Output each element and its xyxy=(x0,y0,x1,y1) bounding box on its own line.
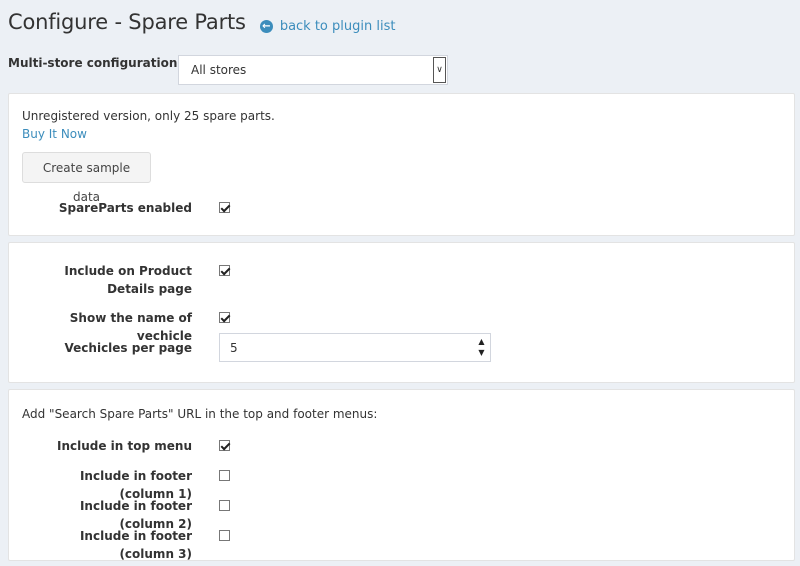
vehicles-per-page-input[interactable]: 5 ▲ ▼ xyxy=(219,333,491,362)
vehicles-per-page-value: 5 xyxy=(230,341,238,355)
include-footer-col2-checkbox[interactable] xyxy=(219,500,230,511)
display-panel: Include on Product Details page Show the… xyxy=(8,242,795,383)
include-top-menu-checkbox[interactable] xyxy=(219,440,230,451)
page-header: Configure - Spare Parts ← back to plugin… xyxy=(8,10,395,34)
chevron-down-icon[interactable]: ∨ xyxy=(433,57,446,83)
spareparts-enabled-label: SpareParts enabled xyxy=(58,201,192,215)
multistore-select[interactable]: All stores ∨ xyxy=(178,55,448,85)
menu-option-label: Include in top menu xyxy=(57,439,192,453)
spareparts-enabled-checkbox[interactable] xyxy=(219,202,230,213)
general-panel: Unregistered version, only 25 spare part… xyxy=(8,93,795,236)
create-sample-data-button[interactable]: Create sample data xyxy=(22,152,151,204)
buy-it-now-link[interactable]: Buy It Now xyxy=(22,127,87,141)
spin-up-icon[interactable]: ▲ xyxy=(478,337,484,346)
menus-note: Add "Search Spare Parts" URL in the top … xyxy=(22,407,378,421)
include-footer-col1-checkbox[interactable] xyxy=(219,470,230,481)
multistore-label: Multi-store configuration for xyxy=(8,56,201,70)
arrow-left-circle-icon: ← xyxy=(259,20,273,33)
multistore-row: Multi-store configuration for All stores… xyxy=(8,55,448,85)
vehicles-per-page-label: Vechicles per page xyxy=(64,341,192,355)
include-product-details-label: Include on Product Details page xyxy=(64,264,192,296)
back-to-plugin-list-link[interactable]: ← back to plugin list xyxy=(259,19,396,34)
include-footer-col3-checkbox[interactable] xyxy=(219,530,230,541)
menus-panel: Add "Search Spare Parts" URL in the top … xyxy=(8,389,795,561)
multistore-selected-value: All stores xyxy=(191,63,247,77)
page-title: Configure - Spare Parts xyxy=(8,10,246,34)
number-spinner[interactable]: ▲ ▼ xyxy=(475,336,488,359)
include-product-details-checkbox[interactable] xyxy=(219,265,230,276)
unregistered-notice: Unregistered version, only 25 spare part… xyxy=(22,109,275,123)
back-link-label: back to plugin list xyxy=(279,19,396,34)
menu-option-label: Include in footer (column 3) xyxy=(79,529,192,561)
show-vehicle-name-checkbox[interactable] xyxy=(219,312,230,323)
spin-down-icon[interactable]: ▼ xyxy=(478,348,484,357)
